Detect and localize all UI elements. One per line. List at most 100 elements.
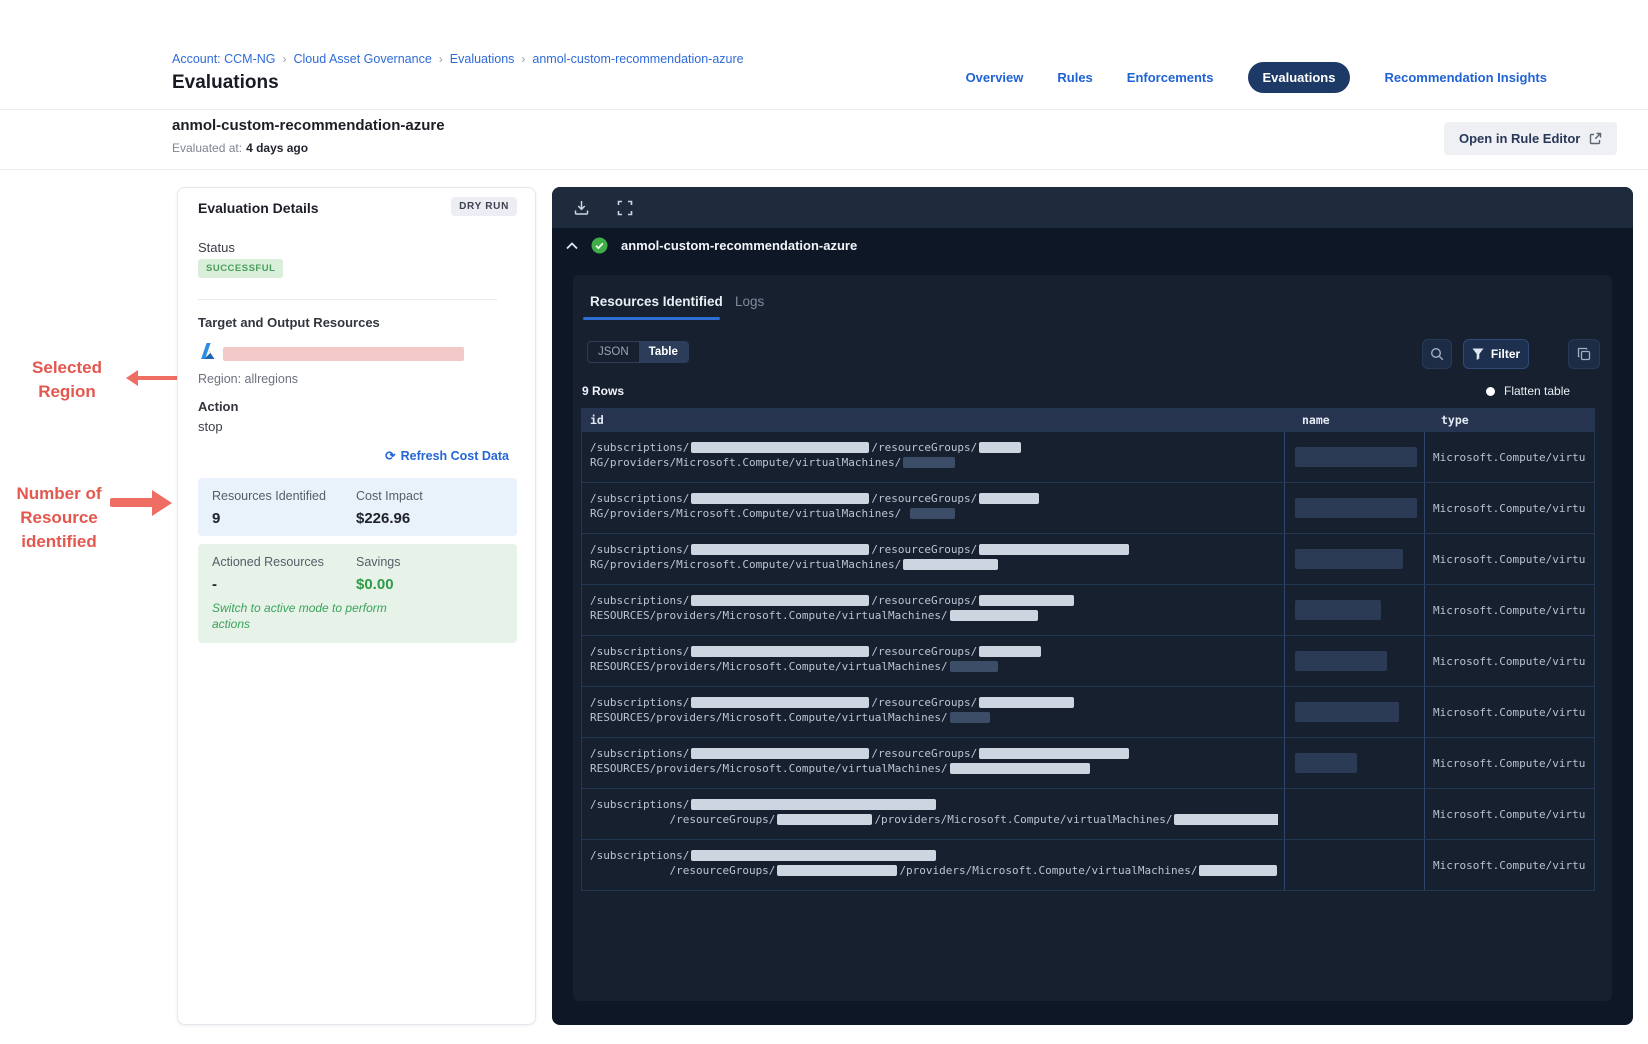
evaluated-at: Evaluated at: 4 days ago: [172, 141, 308, 155]
filter-button[interactable]: Filter: [1463, 339, 1529, 369]
id-text: /providers/Microsoft.Compute/virtualMach…: [899, 864, 1198, 877]
redacted-value: [1199, 864, 1278, 876]
id-text: /resourceGroups/: [871, 492, 978, 505]
subheader-divider: [0, 169, 1648, 170]
view-toggle-table[interactable]: Table: [638, 342, 688, 362]
table-row: /subscriptions/ /resourceGroups/RESOURCES…: [582, 686, 1594, 737]
table-row: /subscriptions/ /resourceGroups/RESOURCES…: [582, 737, 1594, 788]
cell-id: /subscriptions/ /resourceGroups/ /provide…: [582, 840, 1284, 890]
chevron-up-icon[interactable]: [566, 241, 578, 250]
id-line: /subscriptions/ /resourceGroups/: [590, 644, 1278, 659]
resources-table: id name type /subscriptions//resourceGro…: [581, 408, 1595, 891]
id-line: /subscriptions/ /resourceGroups/: [590, 440, 1278, 455]
id-line: RG/providers/Microsoft.Compute/virtualMa…: [590, 506, 1278, 521]
breadcrumb-link[interactable]: anmol-custom-recommendation-azure: [532, 52, 743, 66]
id-line: /resourceGroups/ /providers/Microsoft.Com…: [590, 863, 1278, 878]
id-text: RESOURCES/providers/Microsoft.Compute/vi…: [590, 609, 948, 622]
annotation-selected-region: Selected Region: [12, 356, 122, 404]
id-line: /subscriptions/: [590, 848, 1278, 863]
id-line: /subscriptions/ /resourceGroups/: [590, 695, 1278, 710]
breadcrumb-link[interactable]: Cloud Asset Governance: [294, 52, 432, 66]
redacted-value: [979, 696, 1075, 708]
subscription-redacted-bar: [223, 347, 464, 361]
id-line: RESOURCES/providers/Microsoft.Compute/vi…: [590, 761, 1278, 776]
tab-enforcements[interactable]: Enforcements: [1127, 70, 1214, 85]
search-button[interactable]: [1422, 339, 1452, 369]
id-text: RESOURCES/providers/Microsoft.Compute/vi…: [590, 711, 948, 724]
cell-id: /subscriptions/ /resourceGroups/RG/provid…: [582, 534, 1284, 584]
cell-name: [1284, 432, 1424, 482]
cell-type: Microsoft.Compute/virtu: [1424, 432, 1594, 482]
copy-button[interactable]: [1568, 339, 1600, 369]
redacted-value: [777, 864, 898, 876]
table-row: /subscriptions/ /resourceGroups/RG/provid…: [582, 431, 1594, 482]
open-rule-editor-button[interactable]: Open in Rule Editor: [1444, 122, 1618, 155]
savings-value: $0.00: [356, 576, 394, 593]
breadcrumb-link[interactable]: Account: CCM-NG: [172, 52, 276, 66]
cell-name: [1284, 738, 1424, 788]
tab-rules[interactable]: Rules: [1057, 70, 1092, 85]
table-row: /subscriptions/ /resourceGroups/RESOURCES…: [582, 584, 1594, 635]
id-text: /subscriptions/: [590, 441, 690, 454]
fullscreen-icon[interactable]: [617, 200, 633, 216]
cell-name: [1284, 636, 1424, 686]
redacted-value: [979, 441, 1022, 453]
region-value: Region: allregions: [198, 372, 299, 386]
identified-metrics-box: Resources Identified 9 Cost Impact $226.…: [198, 478, 517, 536]
refresh-cost-data-link[interactable]: ⟳ Refresh Cost Data: [385, 448, 509, 464]
redacted-name: [1295, 600, 1381, 620]
table-row: /subscriptions/ /resourceGroups/RG/provid…: [582, 482, 1594, 533]
resources-identified-label: Resources Identified: [212, 489, 326, 503]
cell-type: Microsoft.Compute/virtu: [1424, 534, 1594, 584]
id-text: RESOURCES/providers/Microsoft.Compute/vi…: [590, 762, 948, 775]
cell-type: Microsoft.Compute/virtu: [1424, 636, 1594, 686]
annotation-line: Resource: [20, 508, 98, 527]
id-text: /subscriptions/: [590, 747, 690, 760]
redacted-value: [691, 492, 870, 504]
active-mode-note: Switch to active mode to perform actions: [212, 601, 387, 631]
id-line: /subscriptions/ /resourceGroups/: [590, 746, 1278, 761]
tab-overview[interactable]: Overview: [966, 70, 1024, 85]
cell-id: /subscriptions/ /resourceGroups/RESOURCES…: [582, 636, 1284, 686]
download-icon[interactable]: [573, 199, 590, 216]
cell-type: Microsoft.Compute/virtu: [1424, 585, 1594, 635]
tab-recommendation-insights[interactable]: Recommendation Insights: [1384, 70, 1547, 85]
redacted-value: [691, 798, 937, 810]
redacted-value: [691, 594, 870, 606]
id-text: /subscriptions/: [590, 594, 690, 607]
redacted-name: [1295, 549, 1403, 569]
viewer-toolbar: [552, 187, 1633, 228]
refresh-cost-data-label: Refresh Cost Data: [400, 448, 509, 463]
redacted-value: [903, 456, 956, 468]
result-header-row: anmol-custom-recommendation-azure: [566, 237, 857, 254]
redacted-value: [691, 441, 870, 453]
id-line: /subscriptions/ /resourceGroups/: [590, 542, 1278, 557]
view-toggle-json[interactable]: JSON: [588, 342, 639, 362]
cell-name: [1284, 585, 1424, 635]
table-row: /subscriptions/ /resourceGroups/ /provide…: [582, 788, 1594, 839]
tab-evaluations[interactable]: Evaluations: [1247, 62, 1351, 93]
annotation-line: identified: [21, 532, 97, 551]
redacted-value: [949, 762, 1090, 774]
tab-resources-identified[interactable]: Resources Identified: [590, 294, 723, 309]
id-text: /subscriptions/: [590, 798, 690, 811]
tab-logs[interactable]: Logs: [735, 294, 764, 309]
redacted-value: [777, 813, 873, 825]
active-tab-underline: [583, 317, 720, 320]
id-text: RG/providers/Microsoft.Compute/virtualMa…: [590, 507, 908, 520]
result-title: anmol-custom-recommendation-azure: [621, 238, 858, 253]
flatten-radio-dot[interactable]: [1486, 386, 1495, 396]
rows-count: 9 Rows: [582, 384, 625, 398]
flatten-table-control: Flatten table: [1486, 384, 1570, 398]
redacted-value: [691, 849, 937, 861]
redacted-value: [979, 645, 1042, 657]
page-title: Evaluations: [172, 72, 279, 93]
results-inner-card: Resources Identified Logs JSON Table Filt…: [573, 275, 1612, 1001]
resources-identified-value: 9: [212, 510, 221, 527]
cost-impact-value: $226.96: [356, 510, 411, 527]
id-line: RG/providers/Microsoft.Compute/virtualMa…: [590, 455, 1278, 470]
open-rule-editor-label: Open in Rule Editor: [1459, 131, 1581, 146]
redacted-name: [1295, 498, 1417, 518]
breadcrumb-link[interactable]: Evaluations: [450, 52, 515, 66]
id-text: /resourceGroups/: [871, 441, 978, 454]
